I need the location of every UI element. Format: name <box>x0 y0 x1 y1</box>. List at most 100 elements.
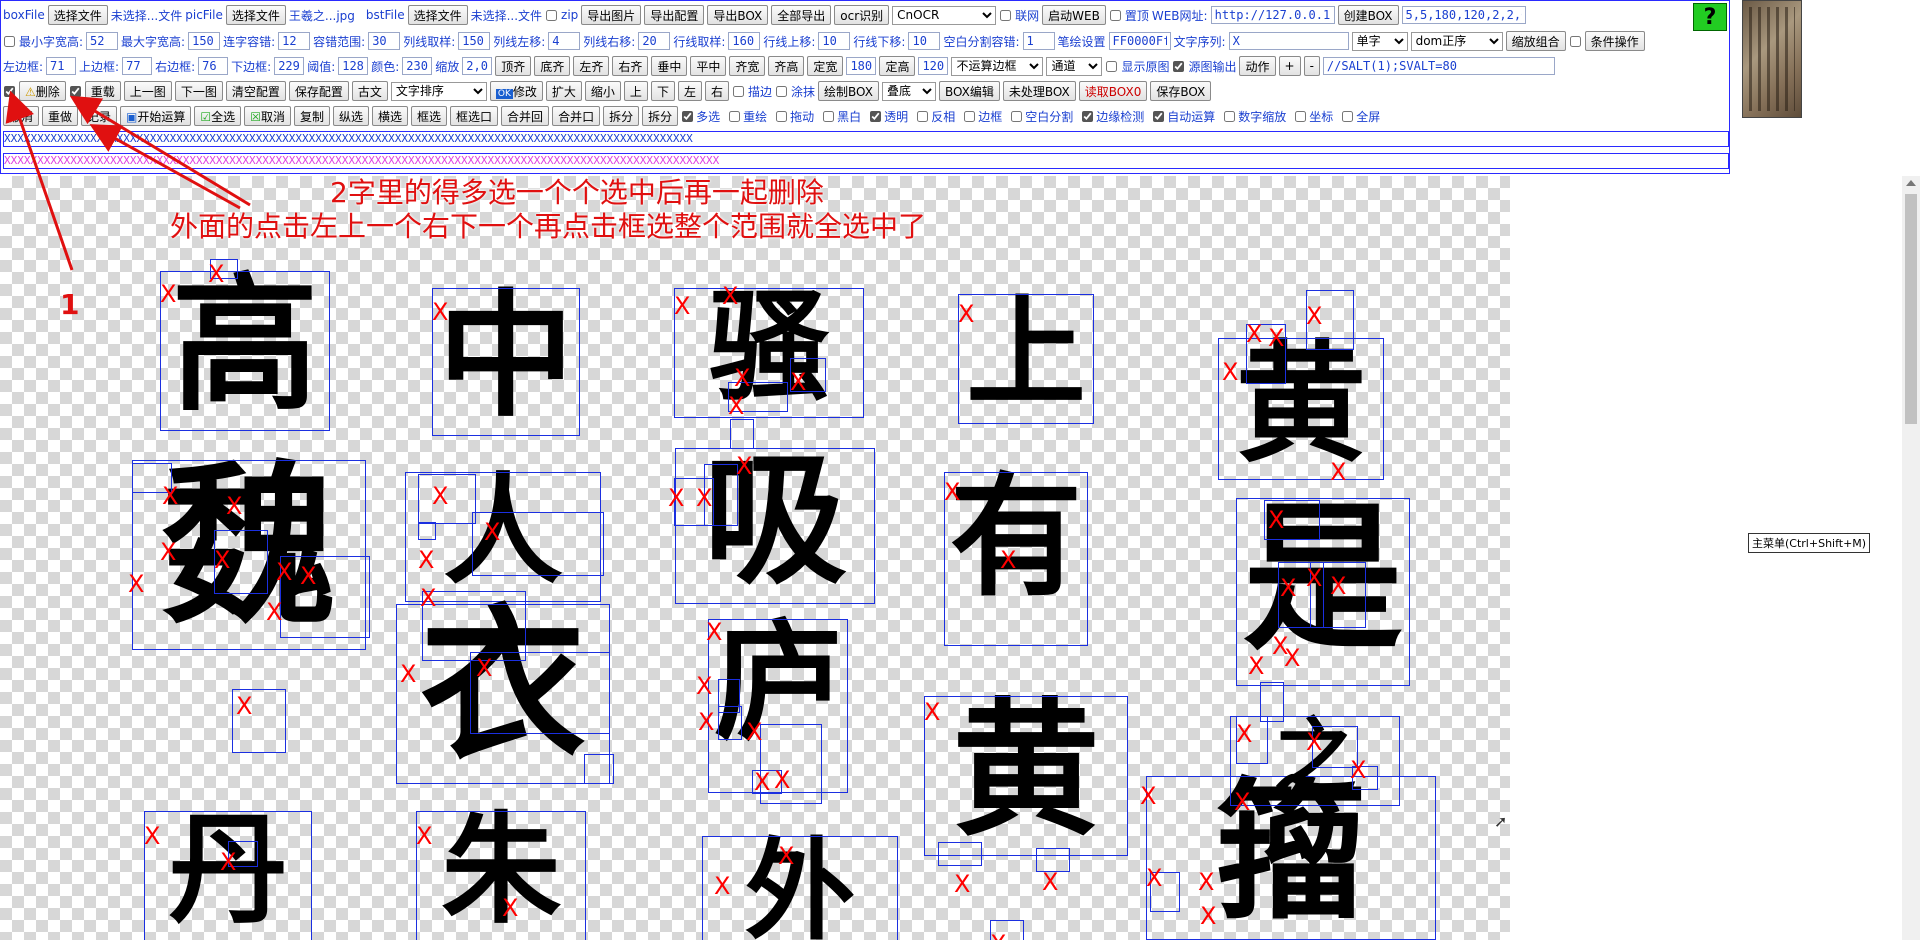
delete-x-mark[interactable]: X <box>208 262 224 286</box>
help-button[interactable]: ? <box>1693 3 1727 31</box>
scroll-up-icon[interactable] <box>1906 180 1916 186</box>
cancel-button[interactable]: ☒取消 <box>244 106 291 126</box>
delete-x-mark[interactable]: X <box>728 394 744 418</box>
delete-x-mark[interactable]: X <box>1248 654 1264 678</box>
delete-x-mark[interactable]: X <box>432 484 448 508</box>
delete-x-mark[interactable]: X <box>1306 730 1322 754</box>
align-button-7[interactable]: 齐高 <box>768 56 805 76</box>
delete-x-mark[interactable]: X <box>1268 326 1284 350</box>
create-box-button[interactable]: 创建BOX <box>1337 5 1399 25</box>
delete-x-mark[interactable]: X <box>128 572 144 596</box>
delete-x-mark[interactable]: X <box>144 824 160 848</box>
merge-mouth-button[interactable]: 合并口 <box>552 106 601 126</box>
align-button-5[interactable]: 平中 <box>690 56 727 76</box>
delete-x-mark[interactable]: X <box>220 850 236 874</box>
delete-x-mark[interactable]: X <box>944 480 960 504</box>
fragment-box[interactable] <box>938 842 982 866</box>
fixed-height-input[interactable] <box>918 57 949 75</box>
vertical-select-button[interactable]: 纵选 <box>332 106 369 126</box>
col-pick-input[interactable] <box>458 32 491 50</box>
page-scrollbar[interactable] <box>1902 176 1920 940</box>
fragment-box[interactable] <box>584 754 614 784</box>
top-checkbox[interactable] <box>1109 9 1121 21</box>
delete-x-mark[interactable]: X <box>300 564 316 588</box>
channel-select[interactable]: 通道 <box>1046 56 1103 76</box>
delete-x-mark[interactable]: X <box>1200 904 1216 928</box>
delete-x-mark[interactable]: X <box>1350 758 1366 782</box>
action-button[interactable]: 动作 <box>1239 56 1276 76</box>
delete-x-mark[interactable]: X <box>734 366 750 390</box>
delete-x-mark[interactable]: X <box>1246 322 1262 346</box>
delete-x-mark[interactable]: X <box>1306 566 1322 590</box>
delete-x-mark[interactable]: X <box>1222 360 1238 384</box>
option-checkbox-11[interactable] <box>1295 110 1307 122</box>
fragment-box[interactable] <box>422 591 526 661</box>
box-select-a-button[interactable]: 框选 <box>411 106 448 126</box>
bottom-border-input[interactable] <box>274 57 305 75</box>
row-down-input[interactable] <box>908 32 941 50</box>
col-right-input[interactable] <box>638 32 671 50</box>
delete-x-mark[interactable]: X <box>754 770 770 794</box>
direction-button-3[interactable]: 右 <box>704 81 729 101</box>
option-checkbox-5[interactable] <box>917 110 929 122</box>
delete-x-mark[interactable]: X <box>160 282 176 306</box>
delete-x-mark[interactable]: X <box>722 284 738 308</box>
col-left-input[interactable] <box>548 32 581 50</box>
zip-checkbox[interactable] <box>546 9 558 21</box>
option-checkbox-3[interactable] <box>823 110 835 122</box>
merge-back-button[interactable]: 合并回 <box>501 106 550 126</box>
choose-bstfile-button[interactable]: 选择文件 <box>407 5 468 25</box>
delete-x-mark[interactable]: X <box>790 370 806 394</box>
save-config-button[interactable]: 保存配置 <box>288 81 349 101</box>
delete-x-mark[interactable]: X <box>1146 866 1162 890</box>
min-width-input[interactable] <box>86 32 119 50</box>
delete-x-mark[interactable]: X <box>1042 870 1058 894</box>
delete-x-mark[interactable]: X <box>160 540 176 564</box>
delete-x-mark[interactable]: X <box>162 484 178 508</box>
left-border-input[interactable] <box>46 57 77 75</box>
clear-config-button[interactable]: 清空配置 <box>225 81 286 101</box>
delete-x-mark[interactable]: X <box>266 600 282 624</box>
option-checkbox-9[interactable] <box>1153 110 1165 122</box>
option-checkbox-6[interactable] <box>964 110 976 122</box>
delete-x-mark[interactable]: X <box>1330 460 1346 484</box>
delete-x-mark[interactable]: X <box>736 454 752 478</box>
delete-x-mark[interactable]: X <box>1140 784 1156 808</box>
reload-checkbox[interactable] <box>69 85 81 97</box>
prev-image-button[interactable]: 上一图 <box>123 81 172 101</box>
glyph-box[interactable] <box>416 811 586 940</box>
glyph-box[interactable] <box>160 271 330 431</box>
glyph-box[interactable] <box>958 294 1094 424</box>
fragment-box[interactable] <box>418 522 436 540</box>
fragment-box[interactable] <box>730 419 754 449</box>
delete-x-mark[interactable]: X <box>276 560 292 584</box>
scale-input[interactable] <box>462 57 493 75</box>
ocr-engine-select[interactable]: CnOCR <box>892 5 997 25</box>
align-button-8[interactable]: 定宽 <box>807 56 844 76</box>
delete-x-mark[interactable]: X <box>1236 722 1252 746</box>
fixed-width-input[interactable] <box>846 57 877 75</box>
redo-button[interactable]: 重做 <box>42 106 79 126</box>
direction-button-2[interactable]: 左 <box>677 81 702 101</box>
plus-button[interactable]: + <box>1278 56 1301 76</box>
tolerance-input[interactable] <box>368 32 401 50</box>
mode-select[interactable]: 单字 <box>1351 31 1408 51</box>
stroke-color-input[interactable] <box>1108 32 1171 50</box>
delete-x-mark[interactable]: X <box>698 710 714 734</box>
delete-x-mark[interactable]: X <box>416 824 432 848</box>
web-url-input[interactable] <box>1210 6 1335 24</box>
export-image-button[interactable]: 导出图片 <box>581 5 642 25</box>
save-box-button[interactable]: 保存BOX <box>1150 81 1212 101</box>
split-tolerance-input[interactable] <box>1022 32 1055 50</box>
glyph-box[interactable] <box>702 836 898 940</box>
network-checkbox[interactable] <box>1000 9 1012 21</box>
delete-x-mark[interactable]: X <box>696 486 712 510</box>
delete-x-mark[interactable]: X <box>774 768 790 792</box>
option-checkbox-10[interactable] <box>1224 110 1236 122</box>
delete-x-mark[interactable]: X <box>418 548 434 572</box>
row-up-input[interactable] <box>818 32 851 50</box>
undo-button[interactable]: 撤消 <box>3 106 40 126</box>
split-b-button[interactable]: 拆分 <box>642 106 679 126</box>
source-thumbnail[interactable] <box>1742 0 1802 118</box>
glyph-box[interactable] <box>432 288 580 436</box>
